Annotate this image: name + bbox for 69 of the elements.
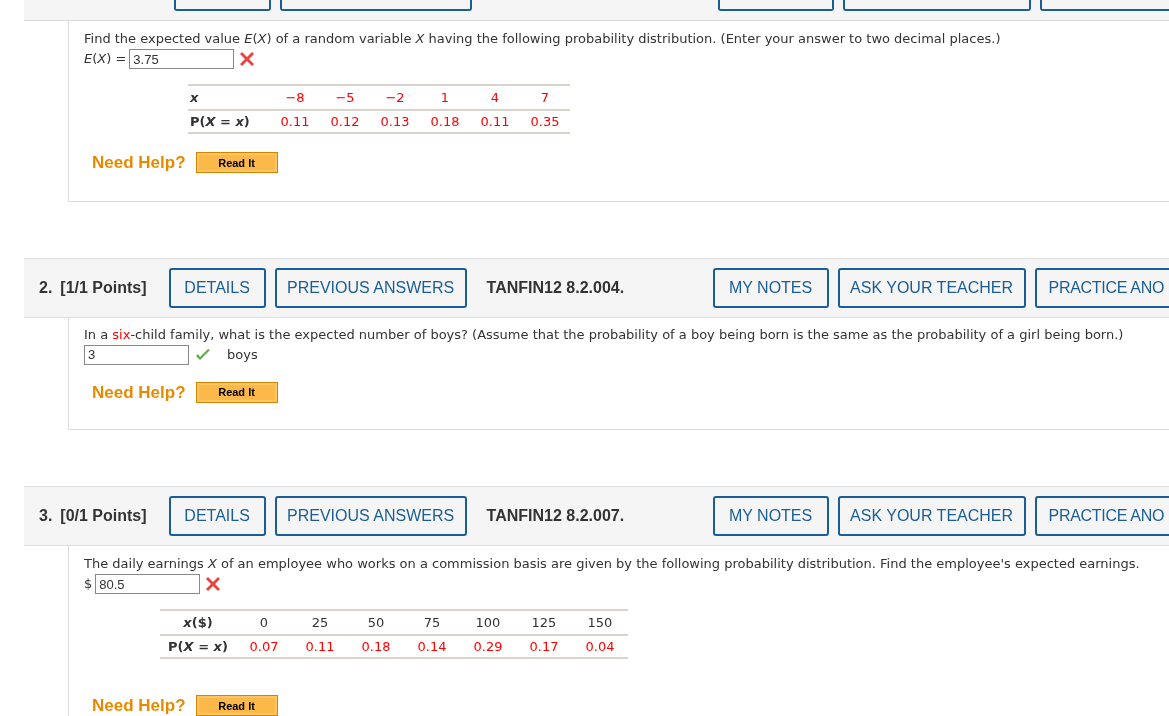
- table-cell-text: −5: [334, 88, 356, 107]
- answer-prefix: $: [84, 575, 93, 594]
- table-cell-text: 0.11: [479, 112, 511, 131]
- cross-icon: [240, 52, 255, 66]
- header-button[interactable]: ASK YOUR TEACHER: [837, 496, 1026, 536]
- table-cell-text: −8: [284, 88, 306, 107]
- problem-code: TANFIN12 8.2.004.: [486, 277, 626, 298]
- header-button[interactable]: [1040, 0, 1169, 11]
- table-cell-text: 0.35: [529, 112, 561, 131]
- table-cell-text: 0.17: [528, 637, 560, 656]
- points-label: [1/1 Points]: [60, 277, 147, 298]
- question-prompt: The daily earnings X of an employee who works on a commission basis are given by the following probability distribution. Find the employee's expected earnings.: [84, 555, 1141, 573]
- header-button[interactable]: [280, 0, 472, 11]
- read-it-button[interactable]: Read It: [195, 381, 278, 403]
- answer-field[interactable]: 80.5: [95, 574, 201, 594]
- table-cell-text: 0.11: [279, 112, 311, 131]
- header-button[interactable]: DETAILS: [168, 496, 266, 536]
- row-label: P(X = x): [167, 637, 229, 656]
- need-help-label: Need Help?: [92, 152, 186, 174]
- table-cell-text: 75: [422, 613, 442, 632]
- row-label: P(X = x): [189, 112, 251, 131]
- header-button[interactable]: PREVIOUS ANSWERS: [274, 496, 467, 536]
- table-cell-text: 100: [474, 613, 502, 632]
- header-button[interactable]: PRACTICE ANO: [1034, 496, 1169, 536]
- answer-unit: boys: [227, 345, 258, 364]
- problem-code: TANFIN12 8.2.007.: [486, 506, 626, 526]
- table-cell-text: 150: [586, 613, 614, 632]
- header-button[interactable]: PRACTICE ANO: [1034, 267, 1169, 308]
- table-cell-text: 0.11: [304, 637, 336, 656]
- check-icon: [195, 347, 211, 362]
- header-button[interactable]: [718, 0, 834, 11]
- header-button[interactable]: MY NOTES: [712, 267, 829, 308]
- need-help-label: Need Help?: [92, 381, 186, 404]
- question-prompt: In a six-child family, what is the expected number of boys? (Assume that the probability of a boy being born is the same as the probability of a girl being born.): [84, 325, 1125, 344]
- header-button[interactable]: ASK YOUR TEACHER: [837, 267, 1026, 308]
- row-label: x: [189, 88, 200, 107]
- table-cell-text: 1: [439, 88, 451, 107]
- header-button[interactable]: [843, 0, 1031, 11]
- answer-field[interactable]: 3.75: [129, 49, 235, 69]
- table-cell-text: 0.12: [329, 112, 361, 131]
- table-cell-text: 7: [539, 88, 551, 107]
- table-cell-text: 25: [310, 613, 330, 632]
- table-cell-text: 0.07: [248, 637, 280, 656]
- cross-icon: [206, 577, 221, 591]
- header-button[interactable]: DETAILS: [168, 267, 266, 308]
- header-button[interactable]: PREVIOUS ANSWERS: [274, 267, 467, 308]
- header-button[interactable]: [174, 0, 271, 11]
- question-number: 2.: [39, 277, 53, 298]
- header-button[interactable]: MY NOTES: [712, 496, 829, 536]
- table-cell-text: 0.18: [360, 637, 392, 656]
- read-it-button[interactable]: Read It: [195, 695, 278, 716]
- table-cell-text: 0.04: [584, 637, 616, 656]
- table-cell-text: 50: [366, 613, 386, 632]
- question-prompt: Find the expected value E(X) of a random variable X having the following probability distribution. (Enter your answer to two decimal places.): [84, 30, 1002, 48]
- table-cell-text: 125: [530, 613, 558, 632]
- table-cell-text: 0.14: [416, 637, 448, 656]
- table-cell-text: 0.18: [429, 112, 461, 131]
- table-cell-text: 0: [258, 613, 270, 632]
- question-number: 3.: [39, 506, 53, 526]
- answer-prefix: E(X) =: [84, 50, 127, 69]
- answer-field[interactable]: 3: [84, 344, 189, 365]
- table-cell-text: 0.29: [472, 637, 504, 656]
- need-help-label: Need Help?: [92, 695, 186, 716]
- points-label: [0/1 Points]: [60, 506, 147, 526]
- table-cell-text: 0.13: [379, 112, 411, 131]
- read-it-button[interactable]: Read It: [195, 152, 278, 174]
- table-cell-text: −2: [384, 88, 406, 107]
- row-label: x($): [182, 613, 214, 632]
- table-cell-text: 4: [489, 88, 501, 107]
